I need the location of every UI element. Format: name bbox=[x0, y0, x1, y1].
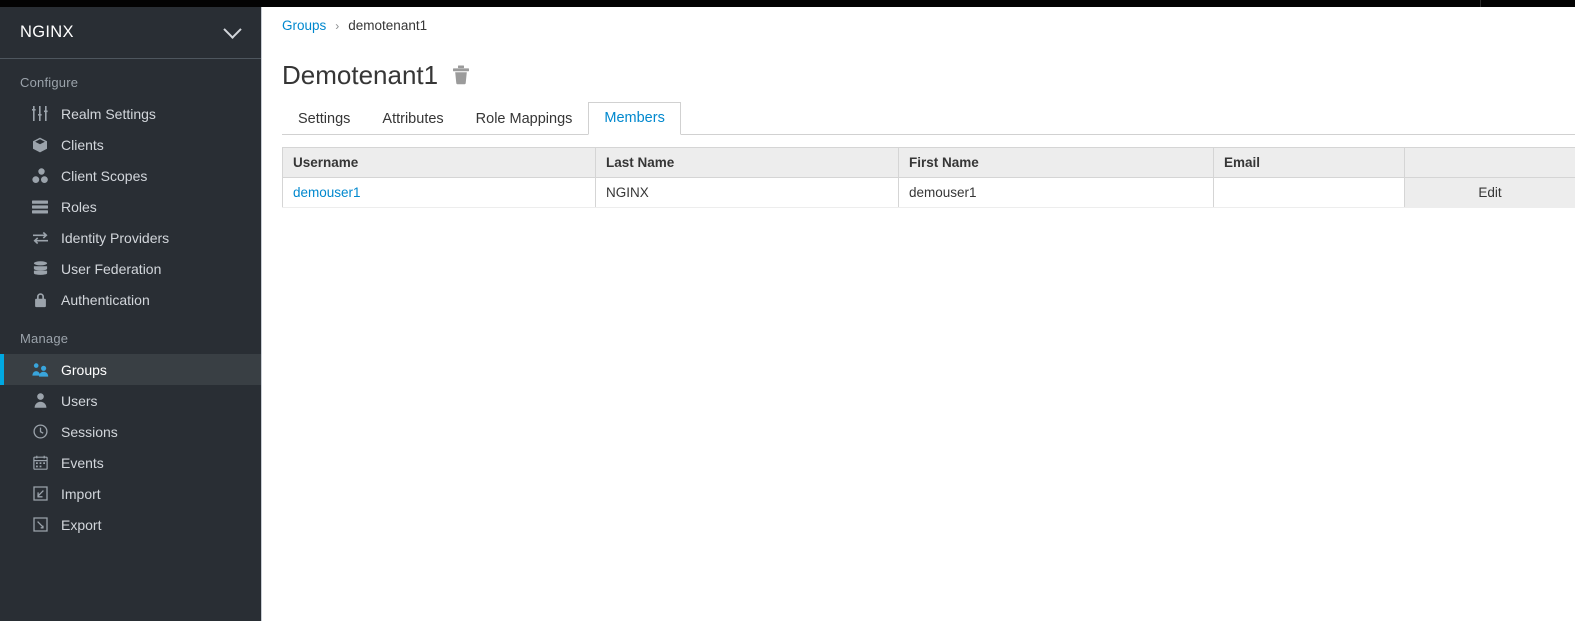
column-header-username[interactable]: Username bbox=[282, 147, 596, 178]
sidebar-item-label: Events bbox=[61, 454, 104, 471]
sidebar-item-label: Clients bbox=[61, 136, 104, 153]
cell-username: demouser1 bbox=[282, 177, 596, 208]
cube-icon bbox=[30, 137, 50, 153]
main-content: Groups › demotenant1 Demotenant1 Setting… bbox=[263, 7, 1575, 621]
user-link-demouser1[interactable]: demouser1 bbox=[293, 185, 361, 200]
breadcrumb-separator-icon: › bbox=[335, 18, 340, 33]
sidebar-item-label: Roles bbox=[61, 198, 97, 215]
sidebar-item-label: Realm Settings bbox=[61, 105, 156, 122]
database-icon bbox=[30, 260, 50, 277]
sidebar-item-label: User Federation bbox=[61, 260, 162, 277]
cell-email bbox=[1213, 177, 1405, 208]
chevron-down-icon[interactable] bbox=[223, 20, 242, 39]
sidebar-item-label: Import bbox=[61, 485, 101, 502]
sliders-icon bbox=[30, 106, 50, 122]
tab-role-mappings[interactable]: Role Mappings bbox=[460, 111, 589, 136]
user-icon bbox=[30, 393, 50, 409]
tab-bar: Settings Attributes Role Mappings Member… bbox=[282, 101, 1575, 135]
sidebar-item-realm-settings[interactable]: Realm Settings bbox=[0, 98, 261, 129]
breadcrumb: Groups › demotenant1 bbox=[282, 18, 427, 33]
cell-last-name: NGINX bbox=[595, 177, 899, 208]
column-header-email[interactable]: Email bbox=[1213, 147, 1405, 178]
realm-selector[interactable]: NGINX bbox=[0, 7, 261, 59]
calendar-icon bbox=[30, 455, 50, 471]
lock-icon bbox=[30, 292, 50, 308]
sidebar-item-label: Users bbox=[61, 392, 98, 409]
table-row: demouser1 NGINX demouser1 Edit bbox=[282, 177, 1575, 208]
exchange-arrows-icon bbox=[30, 230, 50, 246]
export-arrow-icon bbox=[30, 517, 50, 533]
tab-attributes[interactable]: Attributes bbox=[366, 111, 459, 136]
page-header: Demotenant1 bbox=[282, 62, 470, 88]
list-rows-icon bbox=[30, 199, 50, 215]
edit-button[interactable]: Edit bbox=[1404, 177, 1575, 208]
sidebar-item-users[interactable]: Users bbox=[0, 385, 261, 416]
sidebar-item-export[interactable]: Export bbox=[0, 509, 261, 540]
sidebar-item-clients[interactable]: Clients bbox=[0, 129, 261, 160]
sidebar-item-label: Groups bbox=[61, 361, 107, 378]
sidebar-item-events[interactable]: Events bbox=[0, 447, 261, 478]
sidebar-item-import[interactable]: Import bbox=[0, 478, 261, 509]
sidebar: NGINX Configure Realm Settings Clients C… bbox=[0, 7, 262, 621]
column-header-actions bbox=[1404, 147, 1575, 178]
cell-first-name: demouser1 bbox=[898, 177, 1214, 208]
sidebar-item-groups[interactable]: Groups bbox=[0, 354, 261, 385]
sidebar-item-roles[interactable]: Roles bbox=[0, 191, 261, 222]
sidebar-item-label: Authentication bbox=[61, 291, 150, 308]
sidebar-item-label: Client Scopes bbox=[61, 167, 148, 184]
cubes-icon bbox=[30, 167, 50, 184]
sidebar-item-user-federation[interactable]: User Federation bbox=[0, 253, 261, 284]
clock-icon bbox=[30, 424, 50, 440]
trash-icon[interactable] bbox=[452, 65, 470, 85]
masthead-bar bbox=[0, 0, 1575, 7]
page-title: Demotenant1 bbox=[282, 60, 439, 90]
column-header-first-name[interactable]: First Name bbox=[898, 147, 1214, 178]
tab-members[interactable]: Members bbox=[588, 101, 681, 135]
sidebar-item-identity-providers[interactable]: Identity Providers bbox=[0, 222, 261, 253]
sidebar-item-label: Export bbox=[61, 516, 102, 533]
sidebar-item-label: Sessions bbox=[61, 423, 118, 440]
table-header-row: Username Last Name First Name Email bbox=[282, 147, 1575, 178]
realm-name: NGINX bbox=[20, 23, 74, 41]
sidebar-item-sessions[interactable]: Sessions bbox=[0, 416, 261, 447]
nav-section-configure-title: Configure bbox=[20, 75, 79, 90]
breadcrumb-current: demotenant1 bbox=[348, 18, 428, 33]
column-header-last-name[interactable]: Last Name bbox=[595, 147, 899, 178]
import-arrow-icon bbox=[30, 486, 50, 502]
tab-settings[interactable]: Settings bbox=[282, 111, 366, 136]
sidebar-item-client-scopes[interactable]: Client Scopes bbox=[0, 160, 261, 191]
sidebar-item-label: Identity Providers bbox=[61, 229, 170, 246]
breadcrumb-link-groups[interactable]: Groups bbox=[282, 18, 326, 33]
masthead-divider bbox=[1480, 0, 1481, 7]
users-group-icon bbox=[30, 362, 50, 378]
members-table: Username Last Name First Name Email demo… bbox=[282, 147, 1575, 208]
sidebar-item-authentication[interactable]: Authentication bbox=[0, 284, 261, 315]
nav-section-manage-title: Manage bbox=[20, 331, 69, 346]
